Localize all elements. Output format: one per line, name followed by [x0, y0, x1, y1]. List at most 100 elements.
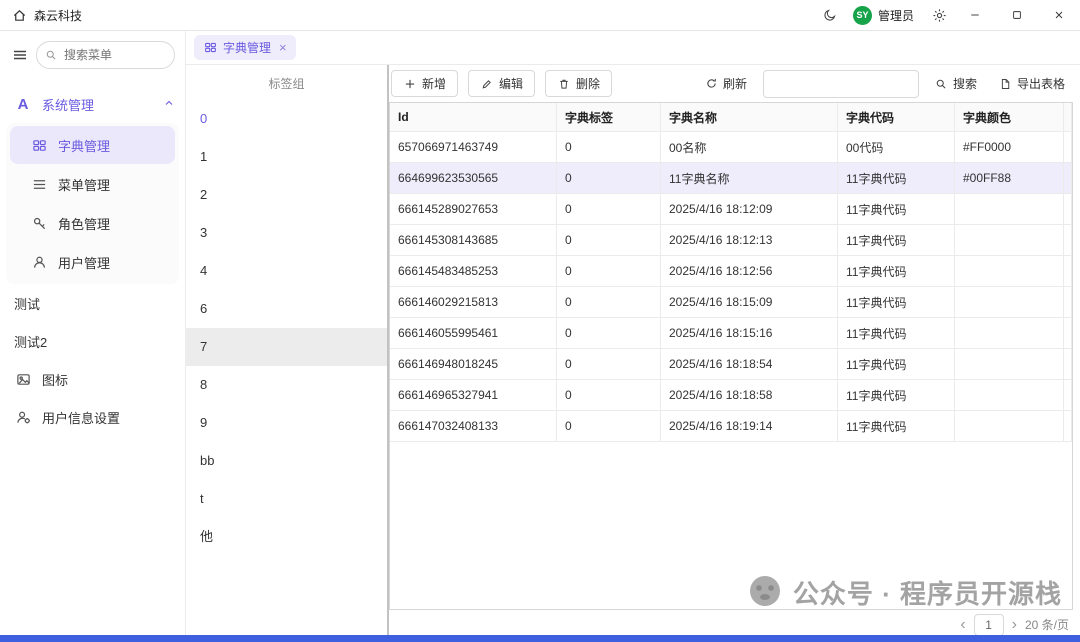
column-header: 字典名称	[660, 103, 838, 132]
table-row[interactable]: 666146965327941 0 2025/4/16 18:18:58 11字典代码…	[390, 379, 1072, 411]
tag-item[interactable]: bb	[186, 442, 387, 480]
next-page-icon[interactable]: ›	[1012, 616, 1017, 633]
tag-item[interactable]: 6	[186, 290, 387, 328]
sidebar-item-test2[interactable]: 测试2	[0, 322, 185, 360]
table-row[interactable]: 666146029215813 0 2025/4/16 18:15:09 11字典代码…	[390, 286, 1072, 318]
menu-toggle-icon[interactable]	[12, 47, 28, 63]
edit-button[interactable]: 编辑	[468, 70, 536, 97]
sidebar-item-system-management[interactable]: A 系统管理	[0, 85, 185, 123]
table-cell: 2025/4/16 18:18:54	[660, 348, 838, 380]
tag-item[interactable]: 0	[186, 100, 387, 138]
minimize-button[interactable]	[954, 0, 996, 30]
table-cell	[954, 317, 1064, 349]
table-cell	[954, 379, 1064, 411]
table-cell: 664699623530565	[390, 162, 557, 194]
sidebar-item-role-management[interactable]: 角色管理	[10, 204, 175, 242]
tag-item[interactable]: 8	[186, 366, 387, 404]
tag-item[interactable]: 7	[186, 328, 387, 366]
refresh-button[interactable]: 刷新	[699, 74, 753, 93]
sidebar-item-dict-management[interactable]: 字典管理	[10, 126, 175, 164]
table-cell: 11字典代码	[837, 224, 955, 256]
tag-item[interactable]: 9	[186, 404, 387, 442]
delete-button-label: 删除	[576, 77, 601, 91]
table-cell: 666147032408133	[390, 410, 557, 442]
table-cell: 11字典代码	[837, 348, 955, 380]
refresh-button-label: 刷新	[722, 77, 747, 91]
table-cell: 2025/4/16 18:19:14	[660, 410, 838, 442]
system-letter-icon: A	[17, 95, 29, 113]
theme-moon-icon[interactable]	[815, 8, 845, 22]
table-body: 657066971463749000名称00代码#FF0000#FF000066…	[390, 131, 1072, 442]
home-icon[interactable]	[12, 8, 27, 23]
table-row[interactable]: 666145289027653 0 2025/4/16 18:12:09 11字典代码…	[390, 193, 1072, 225]
export-button[interactable]: 导出表格	[993, 74, 1071, 93]
table-cell: 11字典代码	[837, 379, 955, 411]
tab-close-icon[interactable]: ×	[279, 41, 287, 54]
sidebar-item-menu-management[interactable]: 菜单管理	[10, 165, 175, 203]
delete-button[interactable]: 删除	[545, 70, 613, 97]
page-size-select[interactable]: 20 条/页	[1025, 616, 1069, 633]
table-cell	[954, 286, 1064, 318]
search-button-label: 搜索	[952, 77, 977, 91]
user-name: 管理员	[877, 8, 914, 23]
sidebar-item-label: 测试	[14, 296, 41, 312]
table-row[interactable]: 664699623530565011字典名称11字典代码#00FF88#00FF…	[390, 162, 1072, 194]
sidebar-item-user-info-settings[interactable]: 用户信息设置	[0, 398, 185, 436]
table-row[interactable]: 657066971463749000名称00代码#FF0000#FF0000	[390, 131, 1072, 163]
column-header: Id	[390, 103, 557, 132]
color-badge-cell: -	[1063, 286, 1072, 318]
bottom-strip	[0, 635, 1080, 642]
sidebar-search[interactable]	[36, 41, 175, 69]
sidebar-item-label: 字典管理	[58, 138, 111, 154]
table-cell: 0	[556, 131, 661, 163]
table-cell: 666145308143685	[390, 224, 557, 256]
table-row[interactable]: 666145308143685 0 2025/4/16 18:12:13 11字典代码…	[390, 224, 1072, 256]
tag-item[interactable]: 他	[186, 518, 387, 556]
column-header: 字典标签	[556, 103, 661, 132]
prev-page-icon[interactable]: ‹	[960, 616, 965, 633]
table-cell: 11字典名称	[660, 162, 838, 194]
sidebar-search-input[interactable]	[62, 47, 151, 63]
tag-item[interactable]: t	[186, 480, 387, 518]
avatar[interactable]: SY	[852, 5, 872, 25]
table-row[interactable]: 666145483485253 0 2025/4/16 18:12:56 11字典代码…	[390, 255, 1072, 287]
tag-item[interactable]: 1	[186, 138, 387, 176]
search-button[interactable]: 搜索	[929, 74, 983, 93]
sidebar-item-icons[interactable]: 图标	[0, 360, 185, 398]
add-button[interactable]: 新增	[391, 70, 459, 97]
maximize-button[interactable]	[996, 0, 1038, 30]
settings-gear-icon[interactable]	[924, 8, 954, 23]
current-page[interactable]: 1	[973, 613, 1004, 636]
color-badge-cell: -	[1063, 348, 1072, 380]
sidebar-item-user-management[interactable]: 用户管理	[10, 243, 175, 281]
sidebar-item-label: 测试2	[14, 334, 48, 350]
table-cell	[954, 193, 1064, 225]
table-cell: 2025/4/16 18:12:09	[660, 193, 838, 225]
sidebar-item-label: 用户信息设置	[42, 410, 121, 426]
table-row[interactable]: 666146055995461 0 2025/4/16 18:15:16 11字典代码…	[390, 317, 1072, 349]
table-cell: 11字典代码	[837, 193, 955, 225]
close-button[interactable]	[1038, 0, 1080, 30]
tag-item[interactable]: 3	[186, 214, 387, 252]
color-badge-cell: #00FF88	[1063, 162, 1072, 194]
user-icon	[30, 255, 48, 270]
color-badge-cell: -	[1063, 224, 1072, 256]
table-row[interactable]: 666147032408133 0 2025/4/16 18:19:14 11字典代码…	[390, 410, 1072, 442]
tab-dict-management[interactable]: 字典管理 ×	[194, 35, 296, 60]
table-container: Id字典标签字典名称字典代码字典颜色字典颜色 65706697146374900…	[389, 102, 1073, 610]
color-badge-cell: -	[1063, 410, 1072, 442]
tag-item[interactable]: 4	[186, 252, 387, 290]
app-window: 森云科技 SY 管理员 搜索菜单 A 系统管理 字典管理 菜单管理 角色管理 用…	[0, 0, 1080, 642]
sidebar-item-test[interactable]: 测试	[0, 284, 185, 322]
tag-item[interactable]: 2	[186, 176, 387, 214]
titlebar: 森云科技 SY 管理员	[0, 0, 1080, 31]
main-panel: 新增 编辑 删除 刷新 搜索 导出表格 Id 字典标签 字典名称 字典代码 字典…	[389, 65, 1080, 636]
table-cell: 0	[556, 193, 661, 225]
tabbar: 字典管理 ×	[186, 31, 1080, 65]
table-cell: 11字典代码	[837, 286, 955, 318]
table-row[interactable]: 666146948018245 0 2025/4/16 18:18:54 11字典代码…	[390, 348, 1072, 380]
table-search-input[interactable]	[762, 69, 919, 98]
table-cell: 0	[556, 379, 661, 411]
sidebar-item-label: 系统管理	[42, 97, 95, 113]
chevron-up-icon	[163, 97, 175, 112]
